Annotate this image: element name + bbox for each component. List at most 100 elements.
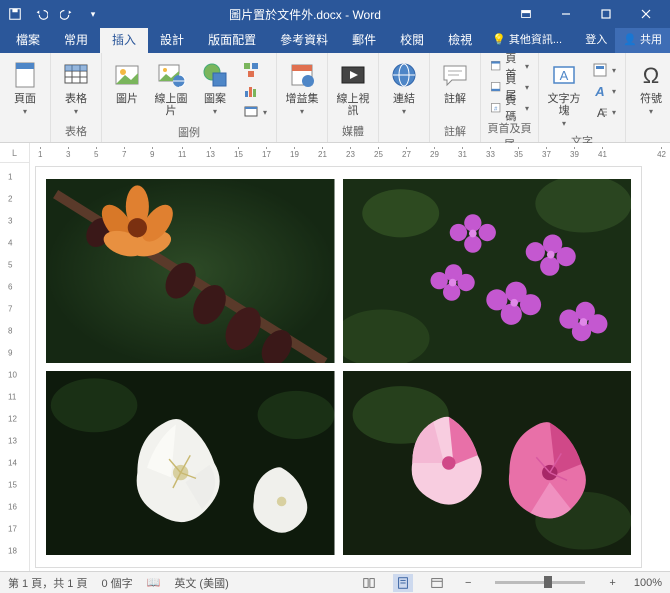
ribbon-group-addins: 增益集▾ xyxy=(277,53,328,142)
read-mode-button[interactable] xyxy=(359,574,379,592)
symbol-button[interactable]: Ω 符號▾ xyxy=(630,56,670,119)
screenshot-button[interactable]: ▾ xyxy=(238,102,272,122)
smartart-icon xyxy=(243,62,259,78)
footer-icon xyxy=(490,79,501,95)
chart-icon xyxy=(243,83,259,99)
share-button[interactable]: 👤共用 xyxy=(615,28,670,53)
shapes-icon xyxy=(199,59,231,91)
chart-button[interactable] xyxy=(238,81,272,101)
tab-insert[interactable]: 插入 xyxy=(100,28,148,53)
smartart-button[interactable] xyxy=(238,60,272,80)
pagenum-icon: # xyxy=(490,100,501,116)
share-label: 共用 xyxy=(640,28,662,53)
ribbon-group-illustrations: 圖片 線上圖片 圖案▾ ▾ 圖例 xyxy=(102,53,277,142)
comment-label: 註解 xyxy=(444,93,466,105)
shapes-button[interactable]: 圖案▾ xyxy=(194,56,236,119)
qat-customize-button[interactable]: ▾ xyxy=(82,3,104,25)
share-icon: 👤 xyxy=(623,28,637,53)
comment-icon xyxy=(439,59,471,91)
quick-access-toolbar: ▾ xyxy=(4,3,104,25)
group-label-addins xyxy=(281,137,323,142)
close-button[interactable] xyxy=(626,0,666,28)
addins-button[interactable]: 增益集▾ xyxy=(281,56,323,121)
symbol-label: 符號 xyxy=(640,93,662,105)
screenshot-icon xyxy=(243,104,259,120)
spellcheck-icon[interactable]: 📖 xyxy=(147,576,161,589)
group-label-comments: 註解 xyxy=(434,121,476,142)
minimize-button[interactable] xyxy=(546,0,586,28)
quickparts-icon xyxy=(592,62,608,78)
save-button[interactable] xyxy=(4,3,26,25)
tab-review[interactable]: 校閱 xyxy=(388,28,436,53)
word-count[interactable]: 0 個字 xyxy=(101,575,132,591)
ribbon-group-tables: 表格▾ 表格 xyxy=(51,53,102,142)
svg-text:A: A xyxy=(560,68,569,83)
ribbon-group-links: 連結▾ xyxy=(379,53,430,142)
dropcap-button[interactable]: A▾ xyxy=(587,102,621,122)
pictures-label: 圖片 xyxy=(116,93,138,105)
link-icon xyxy=(388,59,420,91)
quickparts-button[interactable]: ▾ xyxy=(587,60,621,80)
image-4[interactable] xyxy=(343,371,632,555)
page-indicator[interactable]: 第 1 頁，共 1 頁 xyxy=(8,575,87,591)
textbox-button[interactable]: A 文字方塊▾ xyxy=(543,56,585,131)
ribbon-display-button[interactable] xyxy=(506,0,546,28)
tab-design[interactable]: 設計 xyxy=(148,28,196,53)
maximize-button[interactable] xyxy=(586,0,626,28)
lightbulb-icon: 💡 xyxy=(492,28,506,53)
group-label-tables: 表格 xyxy=(55,121,97,142)
zoom-in-button[interactable]: + xyxy=(605,577,619,589)
pagenum-button[interactable]: #頁碼▾ xyxy=(485,98,534,118)
zoom-out-button[interactable]: − xyxy=(461,577,475,589)
textbox-label: 文字方塊 xyxy=(545,93,583,117)
comment-button[interactable]: 註解 xyxy=(434,56,476,108)
redo-button[interactable] xyxy=(56,3,78,25)
table-button[interactable]: 表格▾ xyxy=(55,56,97,119)
ribbon-group-media: 線上視訊 媒體 xyxy=(328,53,379,142)
svg-text:A: A xyxy=(594,84,604,99)
tab-home[interactable]: 常用 xyxy=(52,28,100,53)
page-viewport[interactable] xyxy=(30,163,670,571)
online-pictures-label: 線上圖片 xyxy=(152,93,190,117)
online-pictures-button[interactable]: 線上圖片 xyxy=(150,56,192,120)
group-label-media: 媒體 xyxy=(332,121,374,142)
print-layout-button[interactable] xyxy=(393,574,413,592)
tab-mailings[interactable]: 郵件 xyxy=(340,28,388,53)
video-label: 線上視訊 xyxy=(334,93,372,117)
online-video-button[interactable]: 線上視訊 xyxy=(332,56,374,120)
image-3[interactable] xyxy=(46,371,335,555)
image-grid xyxy=(46,179,631,555)
web-layout-button[interactable] xyxy=(427,574,447,592)
page xyxy=(36,167,641,567)
zoom-slider[interactable] xyxy=(495,581,585,584)
addins-label: 增益集 xyxy=(286,93,319,105)
signin-button[interactable]: 登入 xyxy=(577,28,615,53)
language-indicator[interactable]: 英文 (美國) xyxy=(174,575,228,591)
ribbon-tabs: 檔案 常用 插入 設計 版面配置 參考資料 郵件 校閱 檢視 💡其他資訊... … xyxy=(0,28,670,53)
tab-view[interactable]: 檢視 xyxy=(436,28,484,53)
ruler-corner: L xyxy=(0,143,30,163)
tab-references[interactable]: 參考資料 xyxy=(268,28,340,53)
undo-button[interactable] xyxy=(30,3,52,25)
tell-me[interactable]: 💡其他資訊... xyxy=(484,28,570,53)
zoom-level[interactable]: 100% xyxy=(634,577,662,589)
wordart-button[interactable]: A▾ xyxy=(587,81,621,101)
tab-file[interactable]: 檔案 xyxy=(4,28,52,53)
svg-text:Ω: Ω xyxy=(643,63,659,88)
ribbon-group-text: A 文字方塊▾ ▾ A▾ A▾ 文字 xyxy=(539,53,626,142)
ribbon-group-symbols: Ω 符號▾ xyxy=(626,53,670,142)
vertical-ruler[interactable]: 123456789101112131415161718 xyxy=(0,163,30,571)
group-label-symbols xyxy=(630,137,670,142)
zoom-handle[interactable] xyxy=(544,576,552,588)
image-1[interactable] xyxy=(46,179,335,363)
tab-layout[interactable]: 版面配置 xyxy=(196,28,268,53)
horizontal-ruler[interactable]: 135791113151719212325272931333537394142 xyxy=(30,143,670,163)
cover-page-label: 頁面 xyxy=(14,93,36,105)
links-button[interactable]: 連結▾ xyxy=(383,56,425,119)
image-2[interactable] xyxy=(343,179,632,363)
omega-icon: Ω xyxy=(635,59,667,91)
pictures-button[interactable]: 圖片 xyxy=(106,56,148,108)
ribbon-group-headerfooter: 頁首▾ 頁尾▾ #頁碼▾ 頁首及頁尾 xyxy=(481,53,539,142)
cover-page-button[interactable]: 頁面▾ xyxy=(4,56,46,119)
group-label-illustrations: 圖例 xyxy=(106,122,272,143)
